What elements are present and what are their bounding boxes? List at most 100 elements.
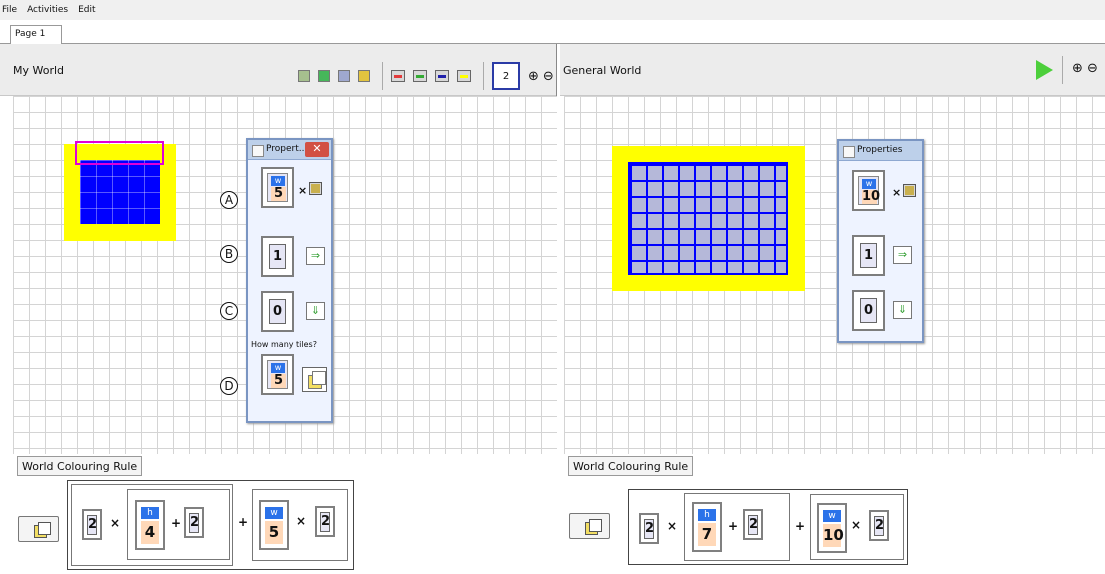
tile-count-card[interactable]: w 5 bbox=[261, 354, 294, 395]
color-toolbar: 2 ⊕ ⊖ bbox=[298, 62, 558, 90]
rule-constant-value: 2 bbox=[87, 515, 97, 535]
gray-blue-square-tool[interactable] bbox=[338, 70, 350, 82]
rule-expression-outer[interactable]: 2 × h 7 + 2 + w 10 × 2 bbox=[628, 489, 908, 565]
toolbar-divider bbox=[483, 62, 484, 90]
width-variable-card[interactable]: w 5 bbox=[261, 167, 294, 208]
multiply-symbol: × bbox=[110, 516, 121, 530]
callout-circle-c: C bbox=[220, 302, 238, 320]
menu-edit[interactable]: Edit bbox=[76, 5, 97, 15]
properties-window[interactable]: Properties w 10 × 1 ⇒ 0 ⇓ bbox=[837, 139, 924, 343]
menu-activities[interactable]: Activities bbox=[25, 5, 70, 15]
height-value: 4 bbox=[141, 521, 159, 544]
tile-color-box[interactable] bbox=[903, 184, 916, 197]
height-variable-card[interactable]: h 4 bbox=[135, 500, 165, 550]
step-y-card[interactable]: 0 bbox=[852, 290, 885, 331]
plus-symbol: + bbox=[795, 519, 806, 533]
menu-file[interactable]: File bbox=[0, 5, 19, 15]
tile-count-letter: w bbox=[271, 363, 285, 373]
height-letter: h bbox=[698, 509, 716, 521]
width-variable-card[interactable]: w 10 bbox=[852, 170, 885, 211]
rule-tiles-button[interactable] bbox=[18, 516, 59, 542]
right-arrow-icon[interactable]: ⇒ bbox=[893, 246, 912, 264]
rule-constant-card[interactable]: 2 bbox=[639, 513, 659, 544]
multiply-symbol: × bbox=[296, 514, 307, 528]
tile-count-inner: w 5 bbox=[267, 360, 288, 389]
properties-title: Propert... ✕ bbox=[248, 140, 331, 160]
rule-add-card[interactable]: 2 bbox=[184, 507, 204, 538]
tile-color-fill bbox=[905, 186, 914, 195]
zoom-out-icon[interactable]: ⊖ bbox=[1087, 61, 1098, 76]
zoom-out-icon[interactable]: ⊖ bbox=[543, 69, 554, 84]
general-tile-array[interactable] bbox=[628, 162, 788, 275]
properties-content: w 10 × 1 ⇒ 0 ⇓ bbox=[839, 161, 922, 341]
number-box-tool[interactable]: 2 bbox=[492, 62, 520, 90]
rule-width-group: w 5 × 2 bbox=[252, 489, 348, 561]
right-arrow-icon[interactable]: ⇒ bbox=[306, 247, 325, 265]
number-box-value: 2 bbox=[502, 70, 510, 82]
rule-expression-outer[interactable]: 2 × h 4 + 2 + w 5 × 2 bbox=[67, 480, 354, 570]
rule-factor-value: 2 bbox=[874, 516, 884, 536]
height-variable-card[interactable]: h 7 bbox=[692, 502, 722, 552]
blue-bar-tool[interactable] bbox=[435, 70, 449, 82]
step-y-value: 0 bbox=[860, 298, 877, 323]
width-value: 10 bbox=[862, 189, 881, 204]
zoom-in-icon[interactable]: ⊕ bbox=[528, 69, 539, 84]
properties-window[interactable]: Propert... ✕ w 5 × 1 ⇒ 0 ⇓ How many tile… bbox=[246, 138, 333, 423]
blue-tiles[interactable] bbox=[80, 160, 160, 224]
magenta-selection-box[interactable] bbox=[75, 141, 164, 165]
green-bar-tool[interactable] bbox=[413, 70, 427, 82]
width-letter: w bbox=[271, 176, 285, 186]
height-letter: h bbox=[141, 507, 159, 519]
width-variable-card[interactable]: w 10 bbox=[817, 503, 847, 553]
multiply-symbol: × bbox=[298, 184, 308, 197]
page-tabs: Page 1 bbox=[0, 20, 1105, 44]
callout-circle-b: B bbox=[220, 245, 238, 263]
plus-symbol: + bbox=[171, 516, 182, 530]
gold-square-tool[interactable] bbox=[358, 70, 370, 82]
tab-page-1[interactable]: Page 1 bbox=[10, 25, 62, 44]
world-title: My World bbox=[13, 64, 65, 77]
rule-height-group: h 4 + 2 bbox=[127, 489, 230, 560]
green-square-tool[interactable] bbox=[318, 70, 330, 82]
down-arrow-icon[interactable]: ⇓ bbox=[306, 302, 325, 320]
my-world-panel: My World 2 ⊕ ⊖ Propert... ✕ w 5 × 1 ⇒ 0 … bbox=[0, 44, 557, 574]
my-world-header: My World 2 ⊕ ⊖ bbox=[0, 44, 556, 96]
width-value: 5 bbox=[271, 187, 286, 201]
multiply-symbol: × bbox=[851, 518, 862, 532]
width-variable-card[interactable]: w 5 bbox=[259, 500, 289, 550]
world-title: General World bbox=[563, 64, 642, 77]
rule-label: World Colouring Rule bbox=[17, 456, 143, 476]
rule-tiles-button[interactable] bbox=[569, 513, 610, 539]
step-x-card[interactable]: 1 bbox=[852, 235, 885, 276]
step-y-card[interactable]: 0 bbox=[261, 291, 294, 332]
step-x-card[interactable]: 1 bbox=[261, 236, 294, 277]
multiply-symbol: × bbox=[667, 519, 678, 533]
toolbar-divider bbox=[1062, 56, 1063, 84]
down-arrow-icon[interactable]: ⇓ bbox=[893, 301, 912, 319]
step-y-value: 0 bbox=[269, 299, 286, 324]
close-icon[interactable]: ✕ bbox=[305, 142, 329, 157]
tile-color-box[interactable] bbox=[309, 182, 322, 195]
yellow-bar-tool[interactable] bbox=[457, 70, 471, 82]
rule-add-value: 2 bbox=[189, 513, 199, 533]
general-world-panel: General World ⊕ ⊖ Properties w 10 × 1 ⇒ … bbox=[560, 44, 1105, 574]
play-icon[interactable] bbox=[1036, 60, 1053, 80]
rule-add-card[interactable]: 2 bbox=[743, 509, 763, 540]
tiles-icon[interactable] bbox=[302, 367, 327, 392]
rule-constant-card[interactable]: 2 bbox=[82, 509, 102, 540]
step-x-value: 1 bbox=[269, 244, 286, 269]
zoom-in-icon[interactable]: ⊕ bbox=[1072, 61, 1083, 76]
rule-factor-card[interactable]: 2 bbox=[869, 510, 889, 541]
plus-symbol: + bbox=[728, 519, 739, 533]
red-bar-tool[interactable] bbox=[391, 70, 405, 82]
width-letter: w bbox=[265, 507, 283, 519]
plus-symbol: + bbox=[238, 515, 249, 529]
rule-label: World Colouring Rule bbox=[568, 456, 694, 476]
callout-circle-d: D bbox=[220, 377, 238, 395]
rule-factor-card[interactable]: 2 bbox=[315, 506, 335, 537]
width-value: 10 bbox=[823, 524, 844, 547]
gray-green-square-tool[interactable] bbox=[298, 70, 310, 82]
callout-circle-a: A bbox=[220, 191, 238, 209]
multiply-symbol: × bbox=[892, 186, 902, 199]
width-value: 5 bbox=[265, 521, 283, 544]
